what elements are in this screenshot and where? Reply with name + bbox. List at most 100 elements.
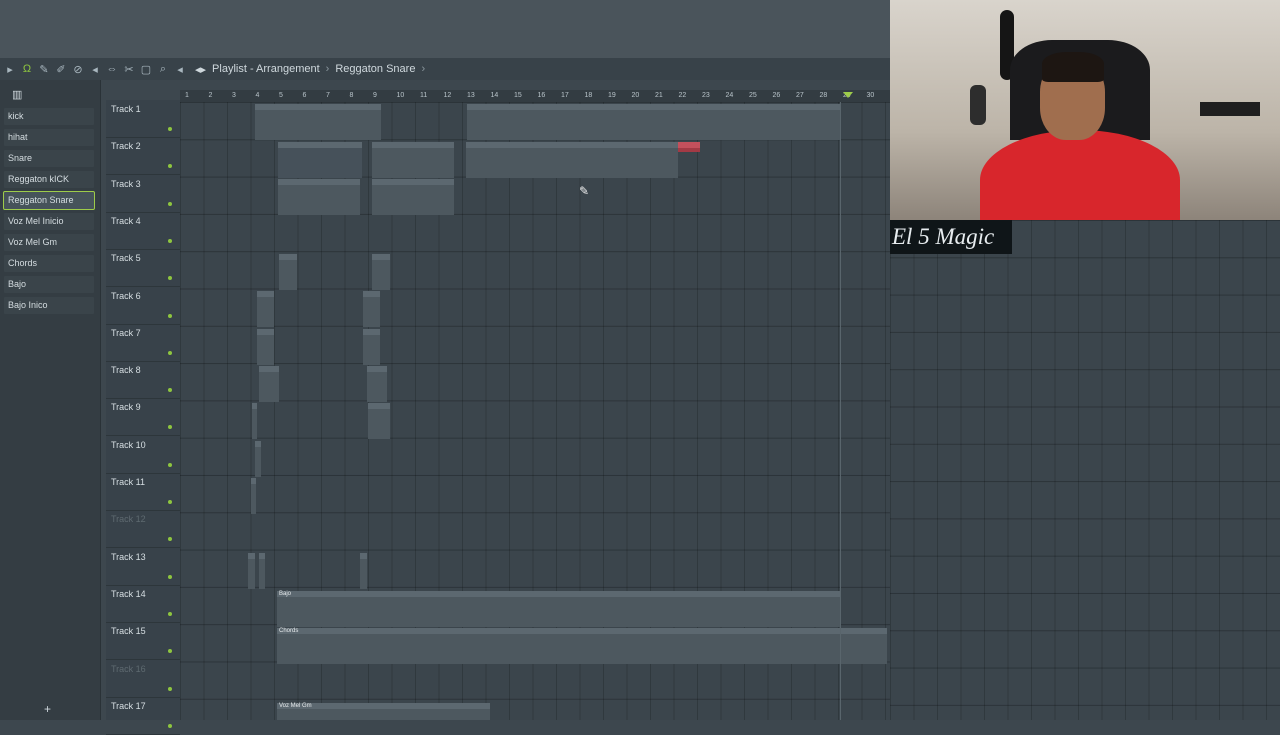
song-end-marker-icon[interactable] [843, 92, 853, 98]
track-name: Track 4 [111, 215, 141, 226]
pattern-clip[interactable] [278, 179, 360, 215]
pattern-clip[interactable] [363, 104, 381, 140]
browser-item-kick[interactable]: kick [4, 108, 94, 125]
breadcrumb-pattern[interactable]: Reggaton Snare [335, 63, 415, 76]
browser-item-voz-mel-gm[interactable]: Voz Mel Gm [4, 234, 94, 251]
timeline-ruler[interactable]: 1 2 3 4 5 6 7 8 9 10 11 12 13 14 15 16 17 18 19 20 21 22 23 24 2… [180, 90, 890, 102]
audio-clip[interactable] [279, 254, 297, 290]
track-header[interactable]: Track 4 [106, 212, 180, 250]
bar-number: 7 [326, 92, 330, 99]
track-mute-led-icon[interactable] [168, 649, 172, 654]
bar-number: 4 [255, 92, 260, 99]
browser-item-voz-mel-inicio[interactable]: Voz Mel Inicio [4, 213, 94, 230]
audio-clip[interactable] [251, 478, 256, 514]
audio-clip[interactable] [259, 366, 279, 402]
track-mute-led-icon[interactable] [168, 313, 172, 318]
breadcrumb-arrow-icon[interactable]: ◂▸ [195, 63, 206, 76]
playlist-grid[interactable]: Bajo Chords Voz Mel Gm [180, 102, 890, 720]
track-header[interactable]: Track 17 [106, 697, 180, 735]
track-header[interactable]: Track 1 [106, 100, 180, 138]
track-mute-led-icon[interactable] [168, 537, 172, 542]
play-icon[interactable]: ▸ [3, 62, 17, 76]
browser-item-snare[interactable]: Snare [4, 150, 94, 167]
audio-clip[interactable] [259, 553, 265, 589]
breadcrumb-playlist[interactable]: Playlist - Arrangement [212, 63, 320, 76]
track-mute-led-icon[interactable] [168, 462, 172, 467]
track-mute-led-icon[interactable] [168, 723, 172, 728]
slice-icon[interactable]: ✂ [122, 62, 136, 76]
slip-icon[interactable]: ⇔ [105, 62, 119, 76]
draw-pencil-icon[interactable]: ✎ [37, 62, 51, 76]
audio-clip[interactable] [257, 291, 274, 327]
track-mute-led-icon[interactable] [168, 425, 172, 430]
delete-icon[interactable]: ⊘ [71, 62, 85, 76]
browser-item-bajo-inico[interactable]: Bajo Inico [4, 297, 94, 314]
bajo-pattern-clip[interactable]: Bajo [277, 591, 841, 627]
track-header[interactable]: Track 6 [106, 287, 180, 325]
bar-number: 23 [702, 92, 710, 99]
mute-icon[interactable]: ◂ [88, 62, 102, 76]
bar-number: 9 [373, 92, 377, 99]
track-mute-led-icon[interactable] [168, 276, 172, 281]
audio-clip[interactable] [248, 553, 255, 589]
bar-number: 2 [208, 92, 213, 99]
add-clip-button[interactable]: + [44, 702, 51, 716]
audio-clip[interactable] [363, 291, 380, 327]
voz-mel-gm-pattern-clip[interactable]: Voz Mel Gm [277, 703, 490, 720]
browser-item-reggaton-snare[interactable]: Reggaton Snare [3, 191, 95, 210]
chords-pattern-clip[interactable]: Chords [277, 628, 887, 664]
browser-item-hihat[interactable]: hihat [4, 129, 94, 146]
track-header[interactable]: Track 13 [106, 548, 180, 586]
track-header[interactable]: Track 7 [106, 324, 180, 362]
track-header[interactable]: Track 10 [106, 436, 180, 474]
track-mute-led-icon[interactable] [168, 238, 172, 243]
track-header[interactable]: Track 2 [106, 137, 180, 176]
track-header[interactable]: Track 8 [106, 361, 180, 400]
bar-number: 3 [232, 92, 236, 99]
browser-item-reggaton-kick[interactable]: Reggaton kICK [4, 171, 94, 188]
pattern-clip[interactable] [372, 142, 454, 178]
audio-clip[interactable] [372, 254, 390, 290]
pattern-clip[interactable] [278, 142, 362, 178]
audio-clip[interactable] [367, 366, 387, 402]
audio-clip[interactable] [368, 403, 390, 439]
track-mute-led-icon[interactable] [168, 500, 172, 504]
pattern-clip[interactable] [372, 179, 454, 215]
pattern-clip[interactable] [467, 104, 840, 140]
track-mute-led-icon[interactable] [168, 164, 172, 169]
track-mute-led-icon[interactable] [168, 574, 172, 579]
track-mute-led-icon[interactable] [168, 686, 172, 691]
piano-roll-icon[interactable]: ▥ [12, 88, 22, 101]
track-name: Track 3 [111, 178, 141, 189]
track-mute-led-icon[interactable] [168, 201, 172, 206]
track-mute-led-icon[interactable] [168, 388, 172, 393]
playlist-grid-extension[interactable] [890, 220, 1280, 720]
pattern-clip[interactable] [466, 142, 678, 178]
bar-number: 27 [796, 92, 804, 99]
track-mute-led-icon[interactable] [168, 611, 172, 616]
track-header[interactable]: Track 9 [106, 398, 180, 437]
track-header[interactable]: Track 16 [106, 660, 180, 698]
track-mute-led-icon[interactable] [168, 127, 172, 131]
browser-item-chords[interactable]: Chords [4, 255, 94, 272]
playback-icon[interactable]: ◂ [173, 62, 187, 76]
track-header[interactable]: Track 3 [106, 175, 180, 213]
paint-brush-icon[interactable]: ✐ [54, 62, 68, 76]
pattern-clip[interactable] [255, 104, 363, 140]
track-header[interactable]: Track 11 [106, 473, 180, 511]
magnet-snap-icon[interactable]: Ω [20, 62, 34, 76]
track-header[interactable]: Track 14 [106, 585, 180, 623]
audio-clip[interactable] [363, 329, 380, 365]
zoom-icon[interactable]: ⌕ [156, 62, 170, 76]
track-mute-led-icon[interactable] [168, 350, 172, 355]
audio-clip[interactable] [255, 441, 261, 477]
track-header[interactable]: Track 12 [106, 510, 180, 549]
track-header[interactable]: Track 5 [106, 249, 180, 288]
audio-clip[interactable] [360, 553, 367, 589]
select-icon[interactable]: ▢ [139, 62, 153, 76]
audio-clip[interactable] [252, 403, 257, 439]
track-header[interactable]: Track 15 [106, 622, 180, 661]
browser-item-bajo[interactable]: Bajo [4, 276, 94, 293]
selected-pattern-clip[interactable] [678, 142, 700, 152]
audio-clip[interactable] [257, 329, 274, 365]
